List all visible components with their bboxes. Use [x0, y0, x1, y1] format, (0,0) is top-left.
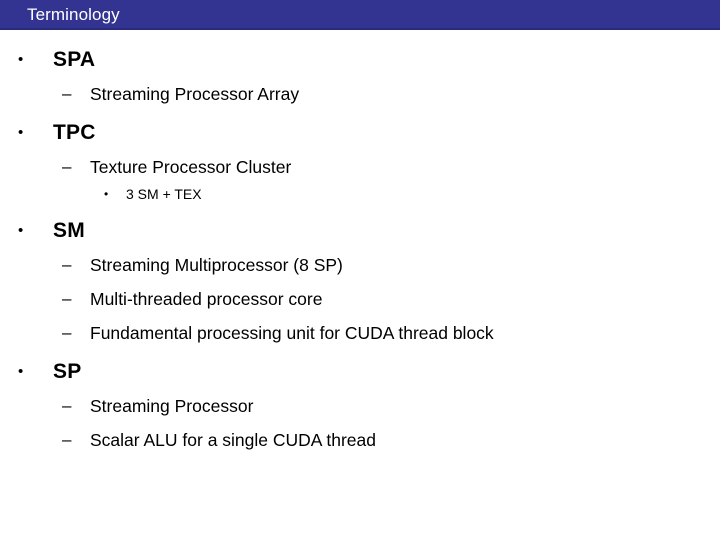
bullet-item-streaming-multiprocessor: – Streaming Multiprocessor (8 SP) — [0, 254, 720, 276]
bullet-item-sm: • SM — [0, 219, 720, 245]
slide: Terminology • SPA – Streaming Processor … — [0, 0, 720, 540]
bullet-label: Fundamental processing unit for CUDA thr… — [90, 323, 494, 343]
bullet-label: Streaming Multiprocessor (8 SP) — [90, 255, 343, 275]
bullet-item-3-sm-plus-tex: • 3 SM + TEX — [0, 185, 720, 203]
bullet-item-streaming-processor-array: – Streaming Processor Array — [0, 83, 720, 105]
dash-icon: – — [62, 255, 72, 274]
bullet-dot-icon: • — [18, 222, 24, 239]
bullet-dot-icon: • — [18, 363, 24, 380]
bullet-label: SM — [53, 219, 85, 242]
dash-icon: – — [62, 323, 72, 342]
bullet-label: SP — [53, 360, 82, 383]
bullet-item-streaming-processor: – Streaming Processor — [0, 395, 720, 417]
dash-icon: – — [62, 430, 72, 449]
bullet-label: TPC — [53, 121, 96, 144]
bullet-item-spa: • SPA — [0, 48, 720, 74]
bullet-item-fundamental-processing-unit: – Fundamental processing unit for CUDA t… — [0, 322, 720, 344]
bullet-item-scalar-alu: – Scalar ALU for a single CUDA thread — [0, 429, 720, 451]
bullet-dot-icon: • — [18, 124, 24, 141]
bullet-label: Texture Processor Cluster — [90, 157, 292, 177]
dash-icon: – — [62, 157, 72, 176]
bullet-dot-icon: • — [104, 187, 109, 201]
bullet-item-texture-processor-cluster: – Texture Processor Cluster — [0, 156, 720, 178]
slide-title: Terminology — [27, 5, 120, 24]
bullet-dot-icon: • — [18, 51, 24, 68]
bullet-label: Streaming Processor — [90, 396, 254, 416]
bullet-item-sp: • SP — [0, 360, 720, 386]
bullet-label: Scalar ALU for a single CUDA thread — [90, 430, 376, 450]
bullet-item-tpc: • TPC — [0, 121, 720, 147]
slide-title-bar: Terminology — [0, 0, 720, 30]
bullet-item-multi-threaded-processor-core: – Multi-threaded processor core — [0, 288, 720, 310]
slide-body: • SPA – Streaming Processor Array • TPC … — [0, 32, 720, 451]
bullet-label: Streaming Processor Array — [90, 84, 300, 104]
dash-icon: – — [62, 396, 72, 415]
bullet-label: SPA — [53, 48, 96, 71]
dash-icon: – — [62, 84, 72, 103]
bullet-label: Multi-threaded processor core — [90, 289, 323, 309]
bullet-label: 3 SM + TEX — [126, 186, 202, 202]
dash-icon: – — [62, 289, 72, 308]
